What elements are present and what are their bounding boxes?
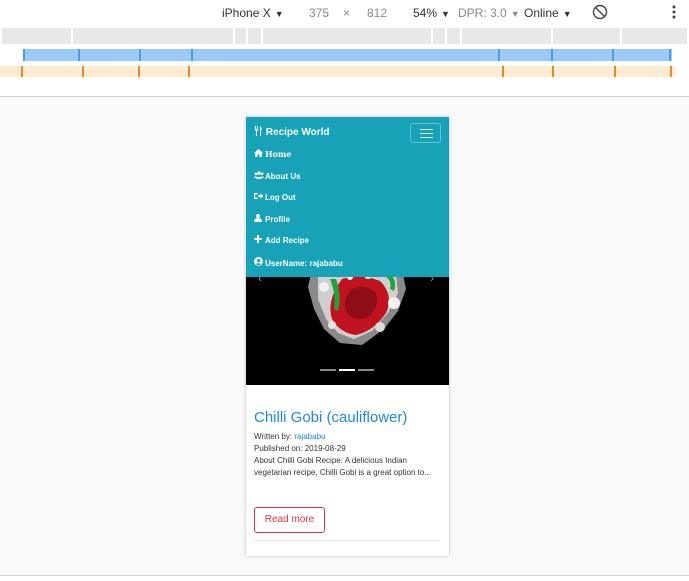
media-query-bar-orange[interactable] bbox=[0, 66, 675, 77]
nav-item-add-recipe[interactable]: Add Recipe bbox=[254, 235, 309, 245]
device-frame: Recipe World Home About Us Log Out Profi… bbox=[246, 117, 449, 556]
recipe-title[interactable]: Chilli Gobi (cauliflower) bbox=[254, 408, 444, 428]
recipe-carousel[interactable]: ‹ › bbox=[246, 277, 449, 385]
bottom-divider bbox=[0, 575, 689, 576]
home-icon bbox=[254, 149, 265, 159]
media-query-bar-blue[interactable] bbox=[23, 49, 672, 61]
nav-item-username[interactable]: UserName: rajababu bbox=[254, 257, 343, 268]
chevron-down-icon: ▼ bbox=[562, 9, 572, 19]
navbar-toggler-button[interactable] bbox=[410, 123, 441, 143]
recipe-description: About Chilli Gobi Recipe: A delicious In… bbox=[254, 456, 431, 477]
width-input[interactable]: 375 bbox=[309, 6, 329, 20]
nav-item-log-out[interactable]: Log Out bbox=[254, 192, 296, 202]
user-circle-icon bbox=[254, 257, 265, 268]
nav-item-about-us[interactable]: About Us bbox=[254, 171, 301, 181]
nav-label: About Us bbox=[265, 172, 301, 181]
recipe-author-line: Written by: rajababu bbox=[254, 431, 444, 442]
carousel-indicator[interactable] bbox=[358, 369, 374, 371]
nav-label: Profile bbox=[265, 215, 290, 224]
nav-label: Add Recipe bbox=[265, 236, 310, 245]
published-label: Published on: bbox=[254, 444, 303, 453]
chevron-down-icon: ▼ bbox=[441, 9, 450, 19]
more-icon[interactable] bbox=[672, 4, 676, 23]
height-input[interactable]: 812 bbox=[367, 6, 387, 20]
device-name: iPhone X bbox=[222, 6, 271, 20]
author-link[interactable]: rajababu bbox=[294, 432, 325, 441]
dpr-select[interactable]: DPR: 3.0 ▼ bbox=[458, 6, 520, 20]
chevron-down-icon: ▼ bbox=[274, 9, 284, 19]
device-select[interactable]: iPhone X ▼ bbox=[222, 6, 284, 20]
plus-icon bbox=[254, 235, 265, 245]
nav-label: Home bbox=[265, 149, 292, 159]
carousel-prev-icon[interactable]: ‹ bbox=[258, 277, 262, 285]
carousel-indicator[interactable] bbox=[320, 369, 336, 371]
recipe-image bbox=[308, 277, 406, 345]
user-icon bbox=[254, 214, 265, 224]
users-icon bbox=[254, 171, 265, 181]
nav-label: UserName: rajababu bbox=[265, 259, 343, 268]
chevron-down-icon: ▼ bbox=[510, 9, 520, 19]
recipe-published-line: Published on: 2019-08-29 bbox=[254, 443, 444, 454]
carousel-next-icon[interactable]: › bbox=[430, 277, 434, 285]
times-sign: × bbox=[343, 6, 351, 20]
zoom-select[interactable]: 54% ▼ bbox=[413, 6, 450, 20]
read-more-button[interactable]: Read more bbox=[254, 507, 325, 533]
throttle-select[interactable]: Online ▼ bbox=[524, 6, 572, 20]
published-date: 2019-08-29 bbox=[304, 444, 346, 453]
nav-item-profile[interactable]: Profile bbox=[254, 214, 290, 224]
navbar-brand[interactable]: Recipe World bbox=[254, 126, 330, 138]
zoom-value: 54% bbox=[413, 6, 438, 20]
brand-label: Recipe World bbox=[265, 127, 330, 138]
nav-item-home[interactable]: Home bbox=[254, 149, 291, 159]
nav-label: Log Out bbox=[265, 193, 296, 202]
navbar: Recipe World Home About Us Log Out Profi… bbox=[246, 117, 449, 277]
device-toolbar: iPhone X ▼ 375 × 812 54% ▼ DPR: 3.0 ▼ Onlin… bbox=[0, 0, 689, 27]
carousel-indicator[interactable] bbox=[339, 369, 355, 371]
media-query-bar-gray[interactable] bbox=[2, 28, 687, 44]
rotate-icon[interactable] bbox=[592, 4, 608, 23]
utensils-icon bbox=[254, 126, 266, 138]
dpr-value: DPR: 3.0 bbox=[458, 6, 507, 20]
throttle-value: Online bbox=[524, 6, 559, 20]
recipe-card-body: Chilli Gobi (cauliflower) Written by: ra… bbox=[254, 408, 444, 479]
sign-out-icon bbox=[254, 192, 265, 202]
card-divider bbox=[254, 540, 440, 541]
written-by-label: Written by: bbox=[254, 432, 293, 441]
